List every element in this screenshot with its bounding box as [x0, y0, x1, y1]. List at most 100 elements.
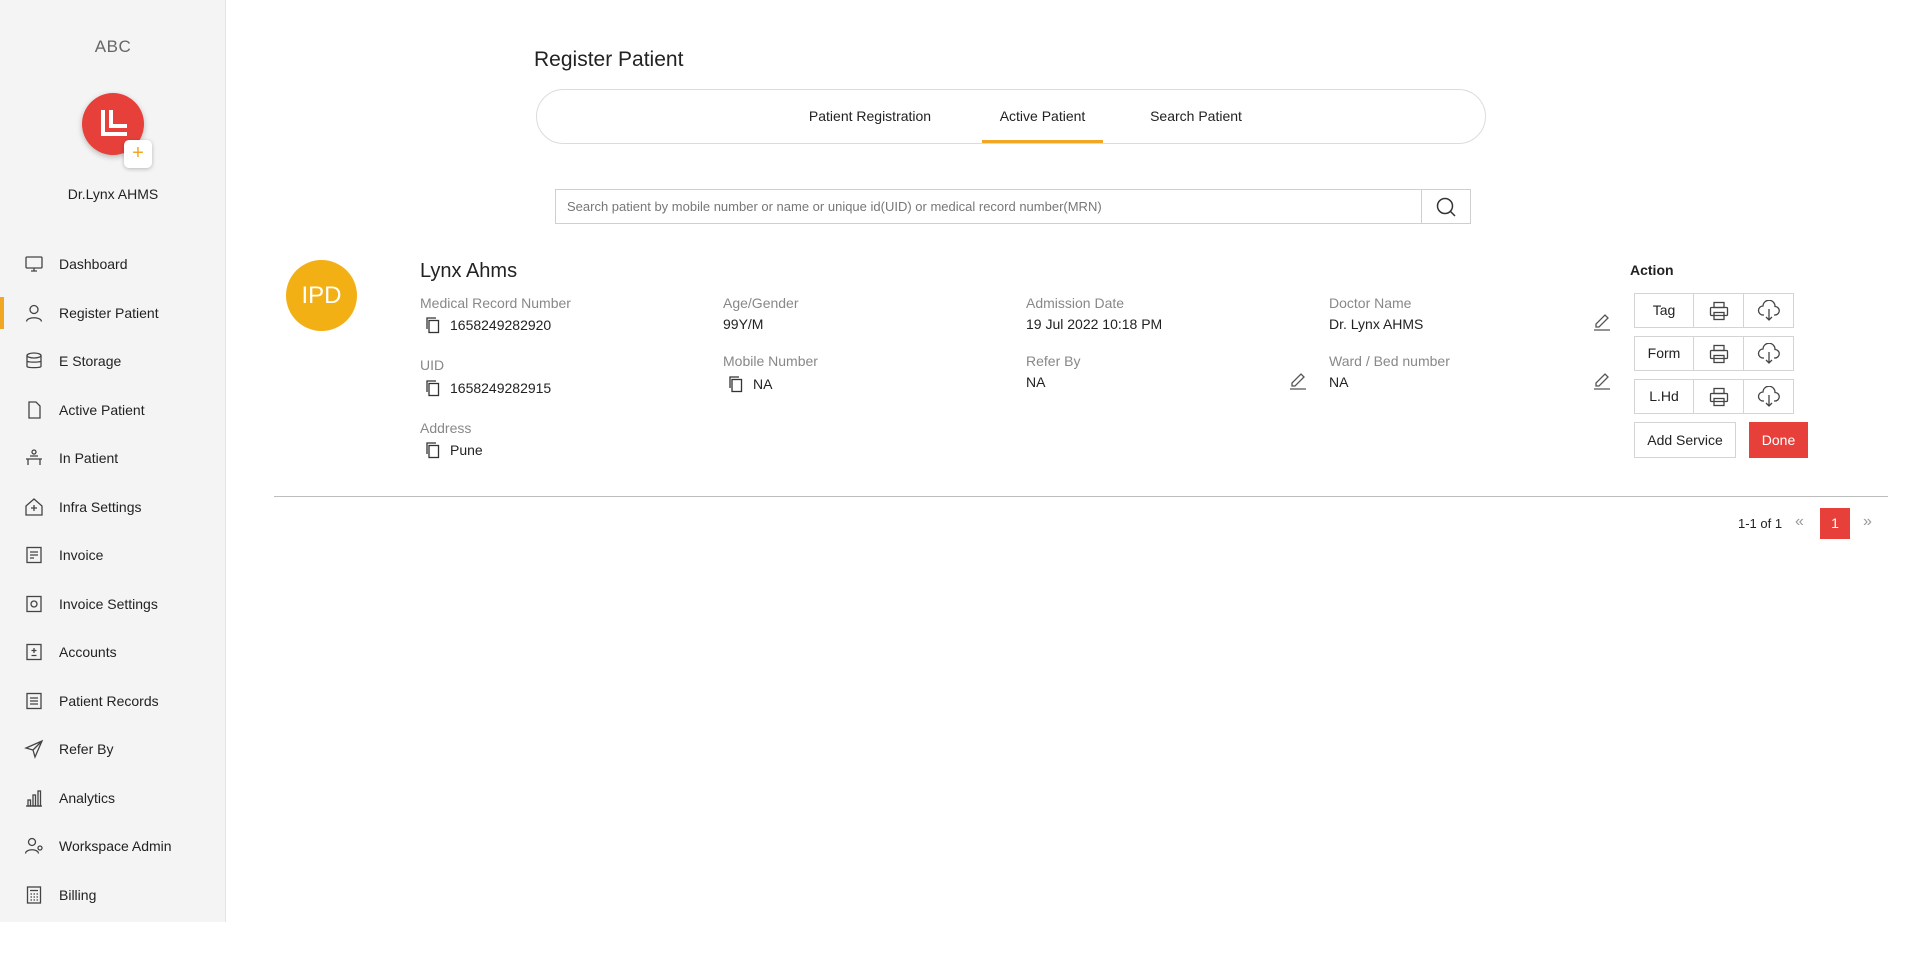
edit-refer-by-icon[interactable]: [1288, 371, 1308, 391]
sidebar-item-in-patient[interactable]: In Patient: [0, 434, 226, 483]
printer-icon: [1709, 301, 1728, 320]
letterhead-button[interactable]: L.Hd: [1634, 379, 1694, 414]
tab-search-patient[interactable]: Search Patient: [1141, 90, 1251, 143]
copy-icon[interactable]: [727, 375, 745, 393]
sidebar-item-billing[interactable]: Billing: [0, 871, 226, 920]
sidebar-nav: Dashboard Register Patient E Storage Act…: [0, 240, 226, 919]
sidebar-item-label: Workspace Admin: [59, 838, 172, 855]
admission-label: Admission Date: [1026, 295, 1125, 311]
ward-bed-label: Ward / Bed number: [1329, 353, 1450, 369]
sidebar-item-label: Infra Settings: [59, 498, 142, 515]
monitor-icon: [25, 256, 43, 272]
edit-doctor-icon[interactable]: [1592, 312, 1612, 332]
tab-patient-registration[interactable]: Patient Registration: [800, 90, 940, 143]
letterhead-print-button[interactable]: [1694, 379, 1744, 414]
sidebar-item-label: Accounts: [59, 644, 117, 661]
cloud-download-icon: [1757, 299, 1780, 321]
address-text: Pune: [450, 442, 483, 458]
database-icon: [26, 352, 42, 369]
search-button[interactable]: [1421, 190, 1470, 223]
add-photo-button[interactable]: +: [124, 140, 152, 168]
sidebar-item-label: E Storage: [59, 353, 122, 370]
search-input[interactable]: [556, 190, 1421, 223]
sidebar-item-patient-records[interactable]: Patient Records: [0, 677, 226, 726]
mrn-text: 1658249282920: [450, 317, 552, 333]
sidebar-item-label: Invoice: [59, 547, 104, 564]
sidebar-item-accounts[interactable]: Accounts: [0, 628, 226, 677]
cloud-download-icon: [1757, 342, 1780, 364]
ipd-badge: IPD: [286, 260, 357, 331]
address-label: Address: [420, 420, 472, 436]
doctor-name-value: Dr. Lynx AHMS: [1329, 316, 1424, 332]
invoice-icon: [26, 547, 42, 564]
sidebar-item-invoice-settings[interactable]: Invoice Settings: [0, 580, 226, 629]
form-print-button[interactable]: [1694, 336, 1744, 371]
calculator-icon: [26, 886, 42, 904]
copy-icon[interactable]: [424, 379, 442, 397]
action-row-letterhead: L.Hd: [1634, 379, 1794, 414]
sidebar-item-label: Active Patient: [59, 401, 145, 418]
user-icon: [25, 304, 43, 322]
mobile-value: NA: [727, 375, 772, 393]
bed-icon: [26, 449, 42, 466]
form-download-button[interactable]: [1744, 336, 1794, 371]
pagination-prev-button[interactable]: «: [1795, 513, 1804, 531]
building-icon: [25, 497, 43, 516]
sidebar-item-label: Dashboard: [59, 256, 128, 273]
records-icon: [26, 692, 42, 709]
sidebar-item-workspace-admin[interactable]: Workspace Admin: [0, 822, 226, 871]
sidebar-item-label: Analytics: [59, 789, 116, 806]
sidebar-item-e-storage[interactable]: E Storage: [0, 337, 226, 386]
sidebar-item-invoice[interactable]: Invoice: [0, 531, 226, 580]
accounts-icon: [26, 644, 42, 661]
cloud-download-icon: [1757, 385, 1780, 407]
invoice-settings-icon: [26, 595, 42, 612]
sidebar-item-infra-settings[interactable]: Infra Settings: [0, 483, 226, 532]
action-title: Action: [1630, 262, 1674, 278]
page-title: Register Patient: [534, 48, 684, 71]
address-value: Pune: [424, 441, 483, 459]
add-service-button[interactable]: Add Service: [1634, 422, 1736, 458]
sidebar-item-label: Register Patient: [59, 304, 159, 321]
brand-name: ABC: [94, 37, 132, 56]
sidebar-item-register-patient[interactable]: Register Patient: [0, 289, 226, 338]
divider: [274, 496, 1888, 497]
pagination-next-button[interactable]: »: [1863, 513, 1872, 531]
doctor-name: Dr.Lynx AHMS: [67, 186, 159, 202]
uid-text: 1658249282915: [450, 380, 552, 396]
admin-user-icon: [24, 838, 43, 854]
uid-value: 1658249282915: [424, 379, 551, 397]
tag-download-button[interactable]: [1744, 293, 1794, 328]
sidebar-item-analytics[interactable]: Analytics: [0, 774, 226, 823]
sidebar-item-dashboard[interactable]: Dashboard: [0, 240, 226, 289]
sidebar-item-label: Billing: [59, 886, 97, 903]
tab-active-patient[interactable]: Active Patient: [982, 90, 1103, 143]
profile-avatar[interactable]: +: [82, 93, 152, 168]
search-bar: [555, 189, 1471, 224]
pagination-page-1[interactable]: 1: [1820, 508, 1850, 539]
mobile-text: NA: [753, 376, 773, 392]
sidebar-item-label: Patient Records: [59, 692, 159, 709]
mrn-value: 1658249282920: [424, 316, 551, 334]
letterhead-download-button[interactable]: [1744, 379, 1794, 414]
done-button[interactable]: Done: [1749, 422, 1808, 458]
copy-icon[interactable]: [424, 441, 442, 459]
sidebar: ABC + Dr.Lynx AHMS Dashboard Register Pa…: [0, 0, 226, 922]
refer-by-label: Refer By: [1026, 353, 1081, 369]
tag-print-button[interactable]: [1694, 293, 1744, 328]
copy-icon[interactable]: [424, 316, 442, 334]
doctor-name-label: Doctor Name: [1329, 295, 1412, 311]
printer-icon: [1709, 387, 1728, 406]
file-icon: [28, 401, 41, 419]
tab-bar: Patient Registration Active Patient Sear…: [536, 89, 1486, 144]
refer-by-value: NA: [1026, 374, 1046, 390]
form-button[interactable]: Form: [1634, 336, 1694, 371]
sidebar-item-label: Refer By: [59, 741, 114, 758]
patient-name: Lynx Ahms: [420, 260, 518, 282]
sidebar-item-refer-by[interactable]: Refer By: [0, 725, 226, 774]
age-gender-value: 99Y/M: [723, 316, 764, 332]
edit-ward-bed-icon[interactable]: [1592, 371, 1612, 391]
sidebar-item-active-patient[interactable]: Active Patient: [0, 386, 226, 435]
sidebar-item-label: Invoice Settings: [59, 595, 158, 612]
tag-button[interactable]: Tag: [1634, 293, 1694, 328]
